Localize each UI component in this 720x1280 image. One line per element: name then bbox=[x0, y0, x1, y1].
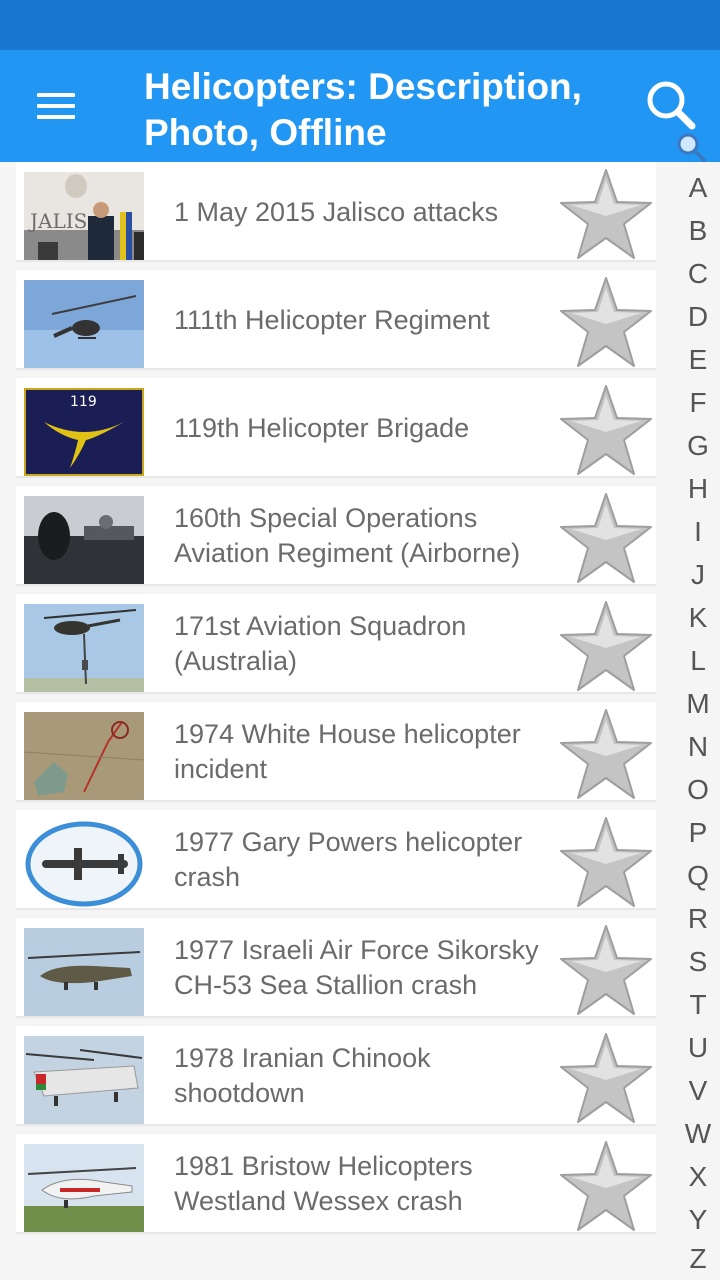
item-title: 1978 Iranian Chinook shootdown bbox=[174, 1043, 431, 1108]
index-letter[interactable]: P bbox=[676, 811, 720, 854]
chinook-photo bbox=[24, 1036, 144, 1124]
star-icon bbox=[560, 817, 652, 907]
item-title: 1977 Gary Powers helicopter crash bbox=[174, 827, 523, 892]
index-letter[interactable]: L bbox=[676, 639, 720, 682]
favorite-button[interactable] bbox=[556, 1138, 656, 1234]
black-hawk-photo bbox=[24, 604, 144, 692]
aircraft-silhouette-photo bbox=[24, 820, 144, 908]
app-bar: Helicopters: Description, Photo, Offline bbox=[0, 50, 720, 162]
brigade-emblem-photo: 119 bbox=[24, 388, 144, 476]
item-title: 1981 Bristow Helicopters Westland Wessex… bbox=[174, 1151, 473, 1216]
index-letter[interactable]: D bbox=[676, 295, 720, 338]
item-title: 1974 White House helicopter incident bbox=[174, 719, 521, 784]
list-item[interactable]: JALIS 1 May 2015 Jalisco attacks bbox=[16, 162, 656, 262]
index-letter[interactable]: E bbox=[676, 338, 720, 381]
item-title: 160th Special Operations Aviation Regime… bbox=[174, 503, 521, 568]
star-icon bbox=[560, 709, 652, 799]
star-icon bbox=[560, 493, 652, 583]
index-letter[interactable]: H bbox=[676, 467, 720, 510]
item-title: 1 May 2015 Jalisco attacks bbox=[174, 196, 499, 227]
favorite-button[interactable] bbox=[556, 1030, 656, 1126]
wessex-photo bbox=[24, 1144, 144, 1232]
index-letter[interactable]: G bbox=[676, 424, 720, 467]
index-letter[interactable]: Z bbox=[676, 1237, 720, 1280]
list-item[interactable]: 111th Helicopter Regiment bbox=[16, 270, 656, 370]
helicopter-in-sky-photo bbox=[24, 280, 144, 368]
index-letter[interactable]: F bbox=[676, 381, 720, 424]
index-letter[interactable]: N bbox=[676, 725, 720, 768]
alphabet-index[interactable]: A B C D E F G H I J K L M N O P Q R S T … bbox=[676, 166, 720, 1280]
svg-text:JALIS: JALIS bbox=[28, 209, 87, 233]
list-item[interactable]: 1977 Israeli Air Force Sikorsky CH-53 Se… bbox=[16, 918, 656, 1018]
index-letter[interactable]: M bbox=[676, 682, 720, 725]
star-icon bbox=[560, 169, 652, 259]
sea-stallion-photo bbox=[24, 928, 144, 1016]
index-letter[interactable]: A bbox=[676, 166, 720, 209]
item-title: 119th Helicopter Brigade bbox=[174, 412, 470, 443]
index-letter[interactable]: X bbox=[676, 1155, 720, 1198]
list-item[interactable]: 1978 Iranian Chinook shootdown bbox=[16, 1026, 656, 1126]
index-letter[interactable]: Q bbox=[676, 854, 720, 897]
star-icon bbox=[560, 277, 652, 367]
list-item[interactable]: 160th Special Operations Aviation Regime… bbox=[16, 486, 656, 586]
favorite-button[interactable] bbox=[556, 814, 656, 910]
item-title: 1977 Israeli Air Force Sikorsky CH-53 Se… bbox=[174, 935, 539, 1000]
favorite-button[interactable] bbox=[556, 382, 656, 478]
star-icon bbox=[560, 385, 652, 475]
star-icon bbox=[560, 1141, 652, 1231]
hamburger-menu-icon bbox=[37, 93, 75, 119]
soldier-aircraft-photo bbox=[24, 496, 144, 584]
favorite-button[interactable] bbox=[556, 274, 656, 370]
list-item[interactable]: 1977 Gary Powers helicopter crash bbox=[16, 810, 656, 910]
svg-text:119: 119 bbox=[70, 394, 97, 410]
index-letter[interactable]: J bbox=[676, 553, 720, 596]
index-letter[interactable]: Y bbox=[676, 1198, 720, 1241]
favorite-button[interactable] bbox=[556, 490, 656, 586]
list-item[interactable]: 171st Aviation Squadron (Australia) bbox=[16, 594, 656, 694]
index-letter[interactable]: W bbox=[676, 1112, 720, 1155]
index-letter[interactable]: B bbox=[676, 209, 720, 252]
favorite-button[interactable] bbox=[556, 922, 656, 1018]
item-title: 111th Helicopter Regiment bbox=[174, 304, 490, 335]
index-letter[interactable]: C bbox=[676, 252, 720, 295]
list-item[interactable]: 1981 Bristow Helicopters Westland Wessex… bbox=[16, 1134, 656, 1234]
star-icon bbox=[560, 601, 652, 691]
index-letter[interactable]: K bbox=[676, 596, 720, 639]
index-letter[interactable]: O bbox=[676, 768, 720, 811]
search-button[interactable] bbox=[630, 70, 720, 162]
item-title: 171st Aviation Squadron (Australia) bbox=[174, 611, 467, 676]
map-photo bbox=[24, 712, 144, 800]
index-letter[interactable]: S bbox=[676, 940, 720, 983]
list-item[interactable]: 119 119th Helicopter Brigade bbox=[16, 378, 656, 478]
list-item[interactable]: 1974 White House helicopter incident bbox=[16, 702, 656, 802]
index-letter[interactable]: U bbox=[676, 1026, 720, 1069]
star-icon bbox=[560, 1033, 652, 1123]
favorite-button[interactable] bbox=[556, 706, 656, 802]
favorite-button[interactable] bbox=[556, 598, 656, 694]
press-conference-photo: JALIS bbox=[24, 172, 144, 260]
menu-button[interactable] bbox=[0, 50, 112, 162]
index-letter[interactable]: V bbox=[676, 1069, 720, 1112]
star-icon bbox=[560, 925, 652, 1015]
search-icon bbox=[647, 81, 706, 162]
status-bar bbox=[0, 0, 720, 50]
index-letter[interactable]: I bbox=[676, 510, 720, 553]
index-letter[interactable]: T bbox=[676, 983, 720, 1026]
index-letter[interactable]: R bbox=[676, 897, 720, 940]
app-title: Helicopters: Description, Photo, Offline bbox=[144, 66, 582, 153]
favorite-button[interactable] bbox=[556, 166, 656, 262]
